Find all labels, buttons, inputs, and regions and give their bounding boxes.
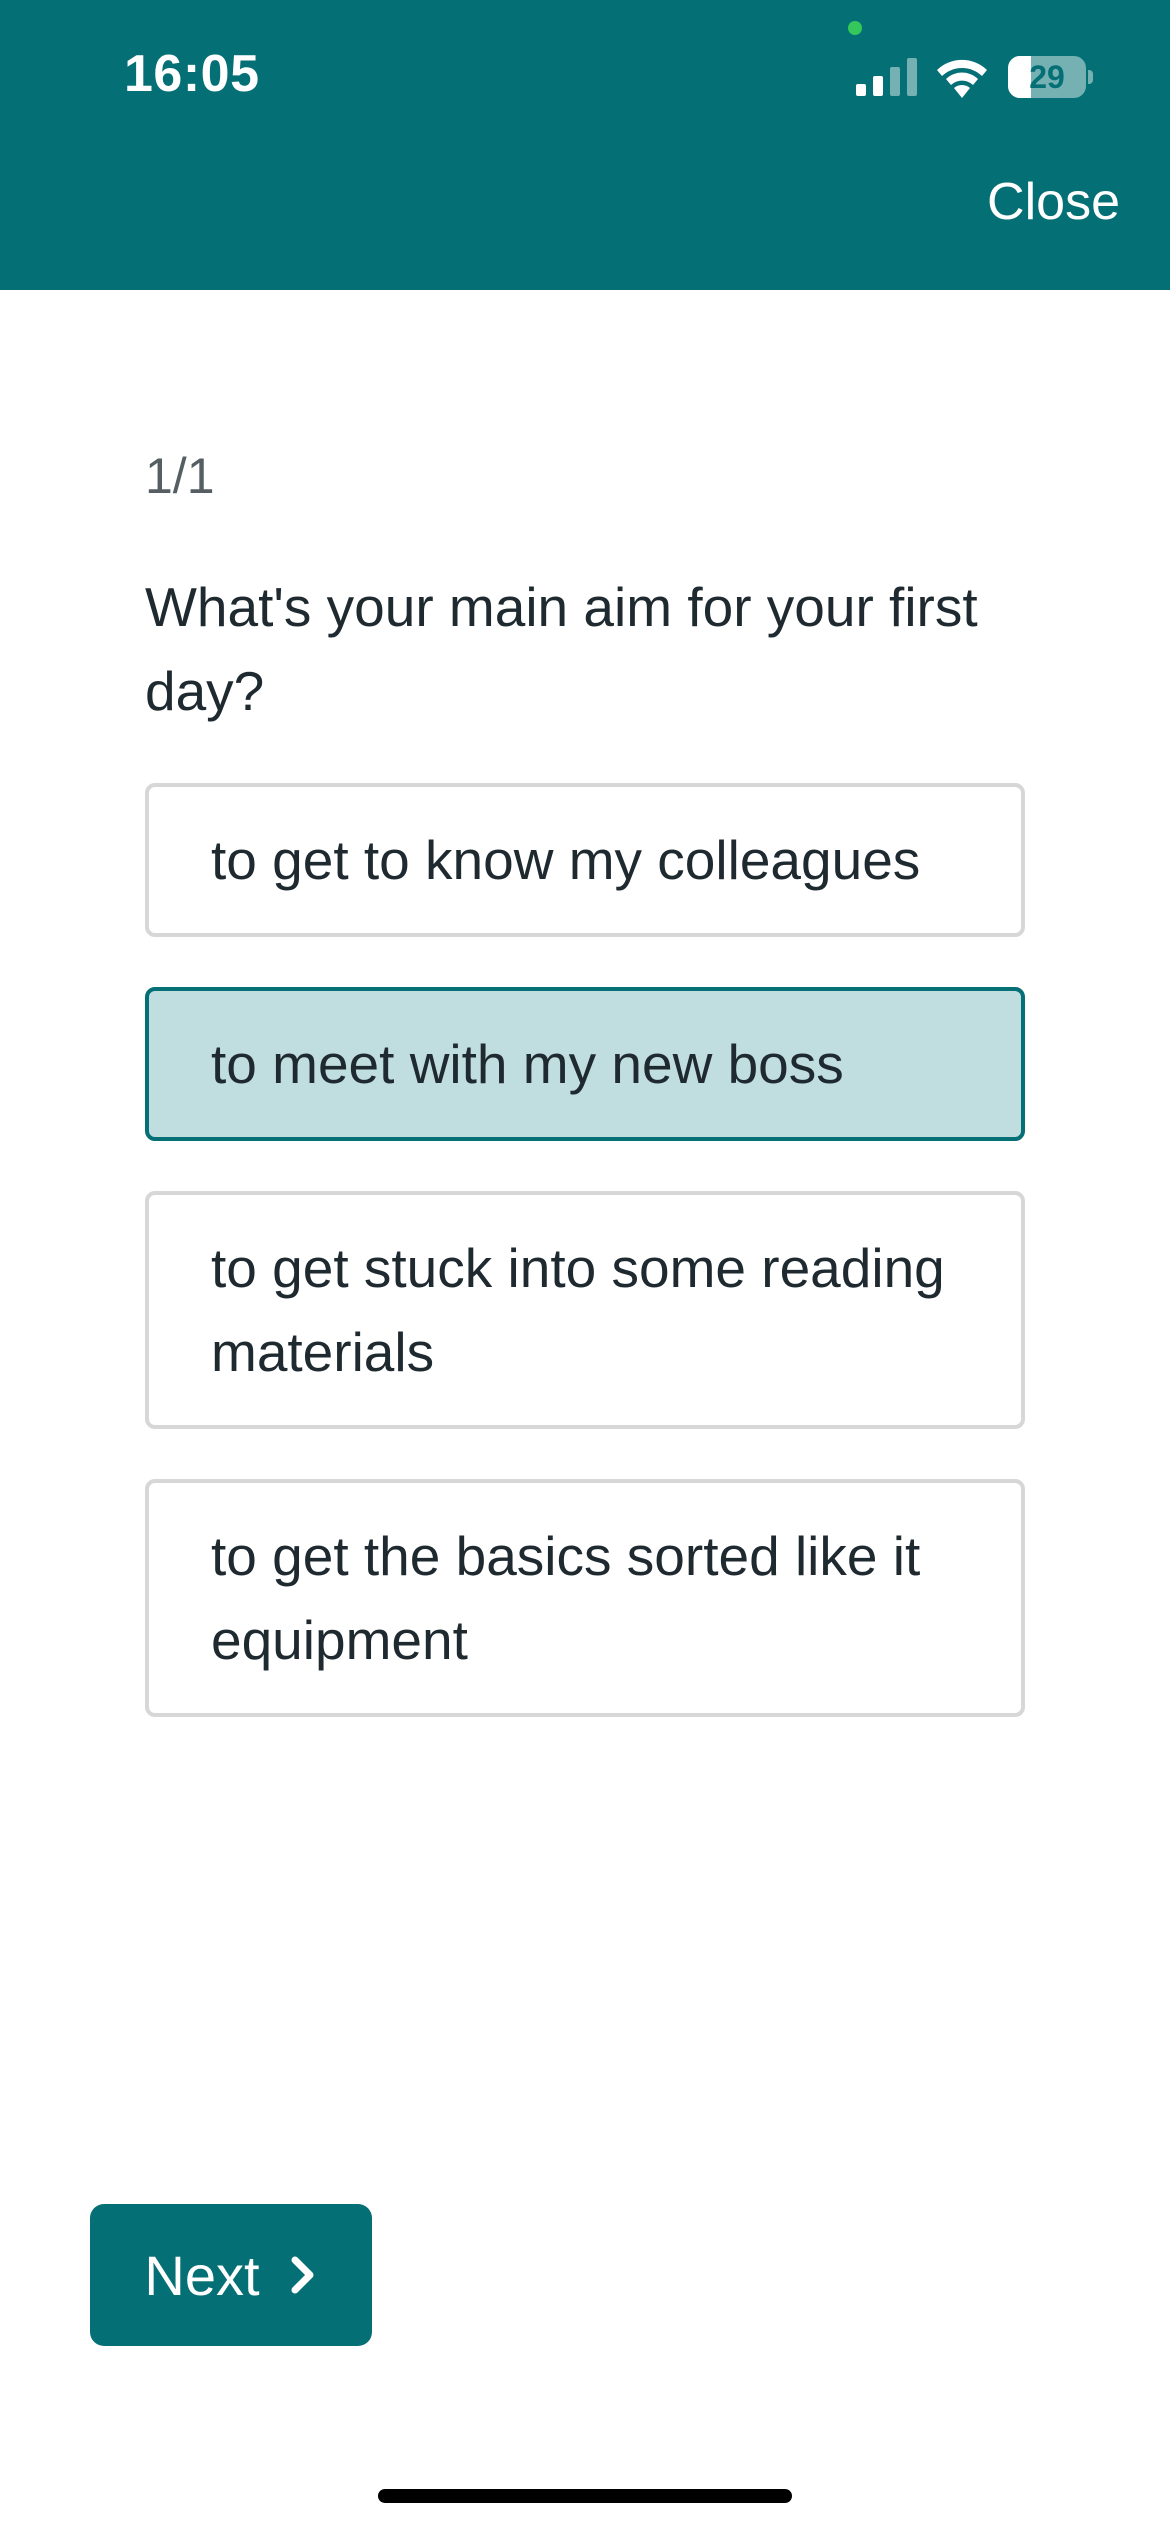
- answer-option[interactable]: to get the basics sorted like it equipme…: [145, 1479, 1025, 1717]
- answer-option[interactable]: to get to know my colleagues: [145, 783, 1025, 937]
- battery-icon: 29: [1008, 56, 1094, 98]
- next-button-label: Next: [144, 2243, 260, 2307]
- question-text: What's your main aim for your first day?: [145, 576, 978, 722]
- answer-option-label: to get stuck into some reading materials: [211, 1237, 945, 1383]
- battery-percentage: 29: [1029, 59, 1065, 95]
- answer-option-label: to get to know my colleagues: [211, 829, 921, 891]
- question-progress: 1/1: [145, 448, 215, 504]
- close-button[interactable]: Close: [987, 172, 1120, 232]
- answer-option-label: to get the basics sorted like it equipme…: [211, 1525, 921, 1671]
- answer-option[interactable]: to get stuck into some reading materials: [145, 1191, 1025, 1429]
- chevron-right-icon: [291, 2256, 314, 2294]
- wifi-icon: [937, 59, 987, 98]
- camera-indicator-dot: [848, 21, 862, 35]
- signal-icon: [856, 58, 917, 96]
- home-indicator: [378, 2489, 792, 2503]
- status-time: 16:05: [124, 45, 260, 103]
- header-bar: 16:05 29 Close: [0, 0, 1170, 290]
- answer-option[interactable]: to meet with my new boss: [145, 987, 1025, 1141]
- screen: 16:05 29 Close 1/1 What's your main aim …: [0, 0, 1170, 2532]
- next-button[interactable]: Next: [90, 2204, 372, 2346]
- answer-option-label: to meet with my new boss: [211, 1033, 844, 1095]
